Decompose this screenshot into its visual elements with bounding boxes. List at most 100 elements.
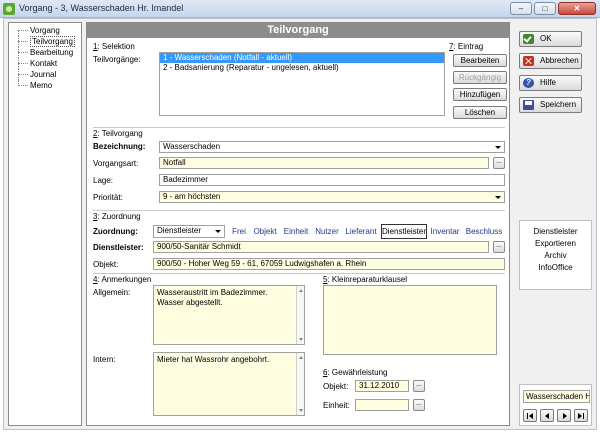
nav-item-label: Kontakt	[30, 59, 58, 68]
section-title: 4: Anmerkungen	[93, 275, 152, 284]
action-sidebar: OK Abbrechen ? Hilfe Speichern Dienstleis…	[515, 22, 594, 426]
link-infooffice[interactable]: InfoOffice	[520, 262, 591, 274]
teilvorgaenge-label: Teilvorgänge:	[93, 55, 141, 64]
checkmark-icon	[523, 34, 534, 44]
objekt-label: Objekt:	[93, 260, 119, 269]
bezeichnung-value: Wasserschaden	[163, 142, 221, 151]
hilfe-button[interactable]: ? Hilfe	[519, 75, 582, 91]
section-title: 6: Gewährleistung	[323, 368, 388, 377]
first-record-button[interactable]	[523, 409, 537, 422]
bezeichnung-select[interactable]: Wasserschaden	[159, 141, 505, 153]
window-controls: – □ ✕	[510, 2, 596, 15]
type-lieferant-button[interactable]: Lieferant	[343, 224, 379, 239]
type-dienstleister-button[interactable]: Dienstleister	[381, 224, 427, 239]
nav-item-label: Memo	[30, 81, 53, 90]
ok-label: OK	[540, 34, 552, 43]
window-title: Vorgang - 3, Wasserschaden Hr. Imandel	[19, 3, 184, 13]
section-selektion: 1: Selektion Teilvorgänge: 1 - Wassersch…	[93, 42, 507, 124]
prioritaet-value: 9 - am höchsten	[163, 192, 221, 201]
objekt-field[interactable]: 900/50 - Hoher Weg 59 - 61, 67059 Ludwig…	[153, 258, 505, 270]
prioritaet-select[interactable]: 9 - am höchsten	[159, 191, 505, 203]
first-icon	[529, 413, 533, 419]
bearbeiten-button[interactable]: Bearbeiten	[453, 54, 507, 67]
speichern-label: Speichern	[540, 100, 577, 109]
section-title: 1: Selektion	[93, 42, 135, 51]
bezeichnung-label: Bezeichnung:	[93, 142, 146, 151]
section-zuordnung: 3: Zuordnung Zuordnung: Dienstleister Fr…	[93, 212, 505, 272]
section-title: 3: Zuordnung	[93, 212, 141, 221]
lage-field[interactable]: Badezimmer	[159, 174, 505, 186]
gw-objekt-label: Objekt:	[323, 382, 349, 391]
prioritaet-label: Priorität:	[93, 193, 123, 202]
next-record-button[interactable]	[557, 409, 571, 422]
scrollbar[interactable]	[296, 286, 304, 344]
divider	[93, 273, 505, 274]
zuordnung-select[interactable]: Dienstleister	[153, 225, 225, 238]
window-titlebar: Vorgang - 3, Wasserschaden Hr. Imandel –…	[0, 0, 600, 18]
type-objekt-button[interactable]: Objekt	[251, 224, 279, 239]
scrollbar[interactable]	[296, 353, 304, 415]
maximize-button[interactable]: □	[534, 2, 556, 15]
nav-item-label: Journal	[30, 70, 57, 79]
allgemein-label: Allgemein:	[93, 288, 131, 297]
nav-item-teilvorgang[interactable]: Teilvorgang	[9, 36, 81, 47]
current-record-field: Wasserschaden H	[523, 390, 590, 403]
divider	[93, 210, 505, 211]
prev-icon	[545, 413, 549, 419]
prev-record-button[interactable]	[540, 409, 554, 422]
nav-item-kontakt[interactable]: Kontakt	[9, 58, 81, 69]
type-nutzer-button[interactable]: Nutzer	[313, 224, 341, 239]
minimize-button[interactable]: –	[510, 2, 532, 15]
vorgangsart-field[interactable]: Notfall	[159, 157, 489, 169]
dienstleister-browse-button[interactable]: ...	[493, 241, 505, 253]
type-beschluss-button[interactable]: Beschluss	[463, 224, 505, 239]
loeschen-button[interactable]: Löschen	[453, 106, 507, 119]
chevron-down-icon	[215, 230, 221, 233]
lage-label: Lage:	[93, 176, 114, 185]
type-inventar-button[interactable]: Inventar	[429, 224, 461, 239]
chevron-down-icon	[495, 146, 501, 149]
gw-objekt-browse-button[interactable]: ...	[413, 380, 425, 392]
link-exportieren[interactable]: Exportieren	[520, 238, 591, 250]
list-item[interactable]: 2 - Badsanierung (Reparatur - ungelesen,…	[160, 63, 444, 73]
nav-item-memo[interactable]: Memo	[9, 80, 81, 91]
last-record-button[interactable]	[574, 409, 588, 422]
abbrechen-button[interactable]: Abbrechen	[519, 53, 582, 69]
gw-einheit-label: Einheit:	[323, 401, 350, 410]
window-client: Vorgang Teilvorgang Bearbeitung Kontakt …	[3, 18, 597, 430]
section-title: 2: Teilvorgang	[93, 129, 143, 138]
dienstleister-field[interactable]: 900/50-Sanitär Schmidt	[153, 241, 489, 253]
save-icon	[523, 100, 534, 110]
dienstleister-label: Dienstleister:	[93, 243, 144, 252]
allgemein-text: Wasseraustritt im Badezimmer. Wasser abg…	[157, 288, 268, 307]
speichern-button[interactable]: Speichern	[519, 97, 582, 113]
help-icon: ?	[523, 78, 534, 88]
nav-item-label: Bearbeitung	[30, 48, 74, 57]
list-item[interactable]: 1 - Wasserschaden (Notfall - aktuell)	[160, 53, 444, 63]
hinzufuegen-button[interactable]: Hinzufügen	[453, 88, 507, 101]
navigation-tree: Vorgang Teilvorgang Bearbeitung Kontakt …	[8, 22, 82, 426]
gw-einheit-browse-button[interactable]: ...	[413, 399, 425, 411]
nav-item-journal[interactable]: Journal	[9, 69, 81, 80]
gw-einheit-field[interactable]	[355, 399, 409, 411]
section-kleinreparatur: 5: Kleinreparaturklausel	[323, 275, 505, 355]
chevron-down-icon	[495, 196, 501, 199]
teilvorgaenge-list[interactable]: 1 - Wasserschaden (Notfall - aktuell) 2 …	[159, 52, 445, 116]
nav-item-bearbeitung[interactable]: Bearbeitung	[9, 47, 81, 58]
vorgangsart-browse-button[interactable]: ...	[493, 157, 505, 169]
zuordnung-type-bar: Frei Objekt Einheit Nutzer Lieferant Die…	[229, 224, 505, 239]
link-dienstleister[interactable]: Dienstleister	[520, 226, 591, 238]
nav-item-vorgang[interactable]: Vorgang	[9, 25, 81, 36]
close-button[interactable]: ✕	[558, 2, 596, 15]
gw-objekt-field[interactable]: 31.12.2010	[355, 380, 409, 392]
type-frei-button[interactable]: Frei	[229, 224, 249, 239]
allgemein-textarea[interactable]: Wasseraustritt im Badezimmer. Wasser abg…	[153, 285, 305, 345]
zuordnung-label: Zuordnung:	[93, 227, 138, 236]
link-archiv[interactable]: Archiv	[520, 250, 591, 262]
cancel-icon	[523, 56, 534, 66]
rueckgaengig-button[interactable]: Rückgängig	[453, 71, 507, 84]
ok-button[interactable]: OK	[519, 31, 582, 47]
type-einheit-button[interactable]: Einheit	[281, 224, 311, 239]
kleinreparatur-textarea[interactable]	[323, 285, 497, 355]
intern-textarea[interactable]: Mieter hat Wassrohr angebohrt.	[153, 352, 305, 416]
